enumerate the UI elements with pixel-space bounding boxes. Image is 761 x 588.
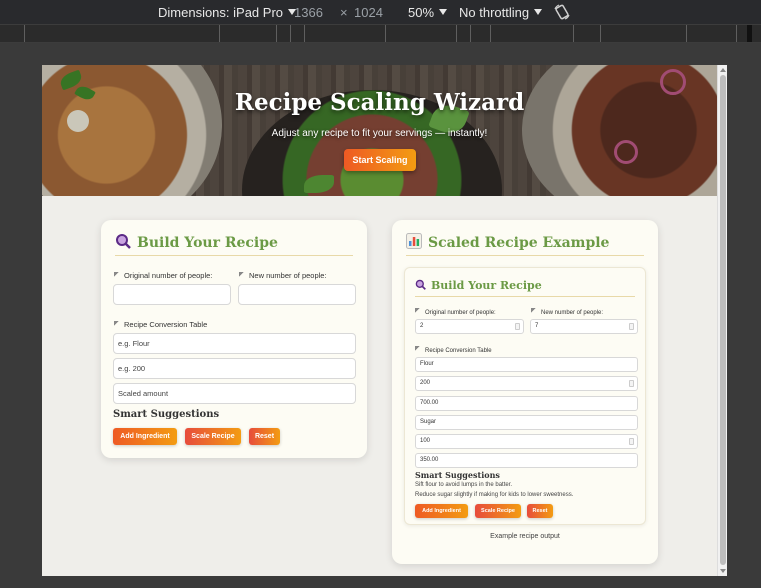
- pencil-icon: [239, 272, 245, 278]
- new-people-input[interactable]: [238, 284, 356, 305]
- input-value: 200: [420, 380, 431, 386]
- scaled-amount-input[interactable]: 350.00: [415, 453, 638, 468]
- reset-button[interactable]: Reset: [527, 504, 553, 518]
- hero-subtitle: Adjust any recipe to fit your servings —…: [271, 128, 488, 139]
- pencil-icon: [415, 346, 421, 352]
- input-value: 350.00: [420, 457, 439, 463]
- add-ingredient-button[interactable]: Add Ingredient: [113, 428, 177, 445]
- dimension-separator: ×: [340, 5, 348, 20]
- suggestion-item: Reduce sugar slightly if making for kids…: [415, 492, 574, 498]
- scroll-up-icon[interactable]: [720, 68, 726, 72]
- scale-recipe-button[interactable]: Scale Recipe: [185, 428, 241, 445]
- input-value: Flour: [420, 361, 434, 367]
- card-title: Scaled Recipe Example: [406, 233, 609, 251]
- title-divider: [406, 255, 644, 256]
- original-people-label: Original number of people:: [415, 308, 496, 316]
- scaled-amount-input[interactable]: [113, 383, 356, 404]
- throttling-label: No throttling: [459, 5, 530, 20]
- rotate-icon[interactable]: [553, 3, 571, 21]
- device-dimensions-select[interactable]: Dimensions: iPad Pro: [158, 5, 296, 20]
- inner-title: Build Your Recipe: [415, 279, 542, 292]
- device-width-input[interactable]: [294, 3, 330, 21]
- zoom-select[interactable]: 50%: [408, 5, 448, 20]
- pencil-icon: [415, 308, 421, 314]
- example-caption: Example recipe output: [490, 533, 560, 540]
- label-text: New number of people:: [541, 310, 604, 316]
- scrollbar-thumb[interactable]: [720, 75, 726, 565]
- new-people-input[interactable]: 7: [530, 319, 638, 334]
- label-text: Original number of people:: [124, 271, 213, 280]
- ingredient-input[interactable]: [113, 333, 356, 354]
- magnifier-icon: [415, 279, 426, 290]
- label-text: Recipe Conversion Table: [425, 348, 492, 354]
- spinner-icon[interactable]: [629, 323, 634, 330]
- magnifier-icon: [116, 234, 131, 249]
- pencil-icon: [114, 321, 120, 327]
- page-scrollbar[interactable]: [717, 65, 727, 576]
- smart-suggestions-title: Smart Suggestions: [113, 409, 220, 420]
- ruler-marker: [747, 25, 752, 42]
- build-recipe-card: Build Your Recipe Original number of peo…: [101, 220, 367, 458]
- new-people-label: New number of people:: [531, 308, 603, 316]
- chevron-down-icon: [534, 9, 543, 15]
- media-query-ruler: [0, 25, 761, 43]
- amount-input[interactable]: 100: [415, 434, 638, 449]
- ingredient-input[interactable]: Sugar: [415, 415, 638, 430]
- original-people-input[interactable]: [113, 284, 231, 305]
- input-value: 7: [535, 323, 539, 329]
- new-people-label: New number of people:: [239, 271, 327, 280]
- card-title-text: Build Your Recipe: [137, 235, 278, 251]
- conversion-table-label: Recipe Conversion Table: [415, 346, 492, 354]
- scaled-amount-input[interactable]: 700.00: [415, 396, 638, 411]
- zoom-label: 50%: [408, 5, 435, 20]
- label-text: New number of people:: [249, 271, 327, 280]
- scale-recipe-button[interactable]: Scale Recipe: [475, 504, 521, 518]
- label-text: Original number of people:: [425, 310, 496, 316]
- title-divider: [415, 296, 635, 297]
- reset-button[interactable]: Reset: [249, 428, 280, 445]
- input-value: 2: [420, 323, 424, 329]
- add-ingredient-button[interactable]: Add Ingredient: [415, 504, 468, 518]
- original-people-label: Original number of people:: [114, 271, 212, 280]
- title-divider: [115, 255, 353, 256]
- suggestion-item: Sift flour to avoid lumps in the batter.: [415, 482, 513, 488]
- conversion-table-label: Recipe Conversion Table: [114, 320, 207, 329]
- card-title-text: Scaled Recipe Example: [428, 235, 610, 251]
- ingredient-input[interactable]: Flour: [415, 357, 638, 372]
- inner-title-text: Build Your Recipe: [431, 279, 542, 292]
- scaled-example-card: Scaled Recipe Example Build Your Recipe …: [392, 220, 658, 564]
- input-value: 700.00: [420, 400, 439, 406]
- card-title: Build Your Recipe: [115, 233, 278, 251]
- page-viewport: Recipe Scaling Wizard Adjust any recipe …: [42, 65, 717, 576]
- bar-chart-icon: [406, 233, 422, 249]
- scroll-down-icon[interactable]: [720, 569, 726, 573]
- device-height-input[interactable]: [354, 3, 390, 21]
- smart-suggestions-title: Smart Suggestions: [415, 470, 500, 480]
- spinner-icon[interactable]: [515, 323, 520, 330]
- pencil-icon: [531, 308, 537, 314]
- spinner-icon[interactable]: [629, 380, 634, 387]
- amount-input[interactable]: [113, 358, 356, 379]
- spinner-icon[interactable]: [629, 438, 634, 445]
- chevron-down-icon: [439, 9, 448, 15]
- original-people-input[interactable]: 2: [415, 319, 524, 334]
- hero-title: Recipe Scaling Wizard: [234, 89, 525, 116]
- input-value: Sugar: [420, 419, 437, 425]
- label-text: Recipe Conversion Table: [124, 320, 208, 329]
- example-builder-preview: Build Your Recipe Original number of peo…: [404, 267, 646, 525]
- amount-input[interactable]: 200: [415, 376, 638, 391]
- input-value: 100: [420, 438, 431, 444]
- start-scaling-button[interactable]: Start Scaling: [344, 149, 416, 171]
- throttling-select[interactable]: No throttling: [459, 5, 543, 20]
- devtools-toolbar: Dimensions: iPad Pro × 50% No throttling: [0, 0, 761, 25]
- hero-banner: Recipe Scaling Wizard Adjust any recipe …: [42, 65, 717, 196]
- pencil-icon: [114, 272, 120, 278]
- device-label: Dimensions: iPad Pro: [158, 5, 283, 20]
